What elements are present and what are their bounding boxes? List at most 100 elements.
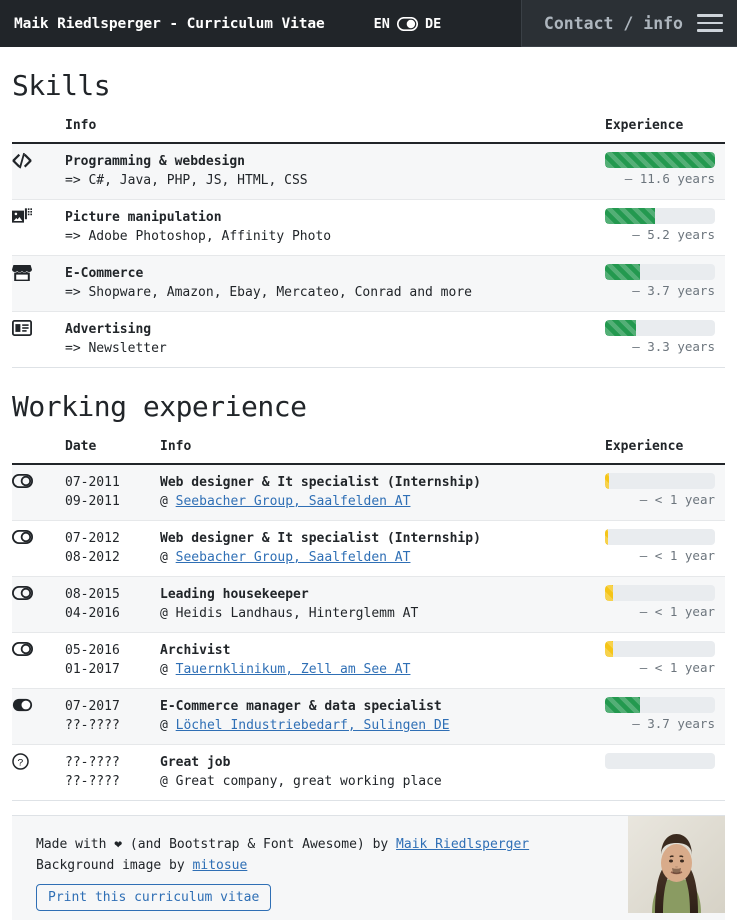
work-info-cell: Great job@ Great company, great working … bbox=[160, 745, 605, 801]
experience-bar bbox=[605, 753, 715, 769]
skill-row: Advertising=> Newsletter– 3.3 years bbox=[12, 312, 725, 368]
work-date-cell: 05-201601-2017 bbox=[65, 633, 160, 689]
job-company: @ Seebacher Group, Saalfelden AT bbox=[160, 492, 605, 511]
experience-bar-label: – 5.2 years bbox=[605, 227, 715, 242]
work-header-experience: Experience bbox=[605, 439, 725, 464]
work-date-to: 08-2012 bbox=[65, 548, 160, 567]
company-name: Great company, great working place bbox=[176, 774, 442, 789]
company-link[interactable]: Löchel Industriebedarf, Sulingen DE bbox=[176, 718, 450, 733]
skill-info-cell: E-Commerce=> Shopware, Amazon, Ebay, Mer… bbox=[65, 256, 605, 312]
job-company: @ Great company, great working place bbox=[160, 772, 605, 791]
work-experience-cell: – < 1 year bbox=[605, 577, 725, 633]
skills-header-row: Info Experience bbox=[12, 118, 725, 143]
skills-table-body: Programming & webdesign=> C#, Java, PHP,… bbox=[12, 143, 725, 368]
language-switcher[interactable]: EN DE bbox=[374, 16, 442, 32]
skill-title: Advertising bbox=[65, 320, 605, 339]
language-option-de[interactable]: DE bbox=[425, 16, 441, 32]
skills-header-info: Info bbox=[65, 118, 605, 143]
work-table-body: 07-201109-2011Web designer & It speciali… bbox=[12, 464, 725, 801]
work-row: 07-2017??-????E-Commerce manager & data … bbox=[12, 689, 725, 745]
contact-info-label[interactable]: Contact / info bbox=[544, 14, 683, 33]
work-experience-cell bbox=[605, 745, 725, 801]
work-date-to: ??-???? bbox=[65, 772, 160, 791]
experience-bar bbox=[605, 473, 715, 489]
heart-icon: ❤ bbox=[114, 837, 122, 852]
work-info-cell: E-Commerce manager & data specialist@ Lö… bbox=[160, 689, 605, 745]
skill-title: Picture manipulation bbox=[65, 208, 605, 227]
job-company: @ Löchel Industriebedarf, Sulingen DE bbox=[160, 716, 605, 735]
job-title: E-Commerce manager & data specialist bbox=[160, 697, 605, 716]
top-navbar: Maik Riedlsperger - Curriculum Vitae EN … bbox=[0, 0, 737, 47]
question-circle-icon: ? bbox=[12, 755, 29, 774]
experience-bar bbox=[605, 152, 715, 168]
work-date-to: 09-2011 bbox=[65, 492, 160, 511]
experience-bar-fill bbox=[605, 585, 613, 601]
skill-details: => C#, Java, PHP, JS, HTML, CSS bbox=[65, 171, 605, 190]
experience-bar bbox=[605, 264, 715, 280]
work-experience-cell: – 3.7 years bbox=[605, 689, 725, 745]
skill-info-cell: Programming & webdesign=> C#, Java, PHP,… bbox=[65, 143, 605, 200]
experience-bar-label: – < 1 year bbox=[605, 548, 715, 563]
print-cv-button[interactable]: Print this curriculum vitae bbox=[36, 884, 271, 911]
work-section-title: Working experience bbox=[12, 390, 725, 423]
company-link[interactable]: Tauernklinikum, Zell am See AT bbox=[176, 662, 411, 677]
company-link[interactable]: Seebacher Group, Saalfelden AT bbox=[176, 550, 411, 565]
work-date-from: 07-2011 bbox=[65, 473, 160, 492]
job-title: Leading housekeeper bbox=[160, 585, 605, 604]
work-header-icon bbox=[12, 439, 65, 464]
footer-background-text: Background image by bbox=[36, 858, 193, 873]
experience-bar-fill bbox=[605, 152, 715, 168]
skill-experience-cell: – 11.6 years bbox=[605, 143, 725, 200]
experience-bar-fill bbox=[605, 529, 608, 545]
images-icon bbox=[12, 210, 32, 229]
skill-info-cell: Advertising=> Newsletter bbox=[65, 312, 605, 368]
skill-title: E-Commerce bbox=[65, 264, 605, 283]
job-title: Great job bbox=[160, 753, 605, 772]
skill-icon-cell bbox=[12, 143, 65, 200]
skill-experience-cell: – 5.2 years bbox=[605, 200, 725, 256]
work-info-cell: Web designer & It specialist (Internship… bbox=[160, 521, 605, 577]
page-footer: Made with ❤ (and Bootstrap & Font Awesom… bbox=[12, 815, 725, 920]
job-company: @ Heidis Landhaus, Hinterglemm AT bbox=[160, 604, 605, 623]
work-table-head: Date Info Experience bbox=[12, 439, 725, 464]
experience-bar-fill bbox=[605, 641, 613, 657]
work-header-date: Date bbox=[65, 439, 160, 464]
hamburger-menu-icon[interactable] bbox=[697, 14, 723, 32]
experience-bar bbox=[605, 641, 715, 657]
experience-bar-label bbox=[605, 772, 715, 787]
experience-bar bbox=[605, 585, 715, 601]
code-icon bbox=[12, 155, 32, 174]
footer-author-link[interactable]: Maik Riedlsperger bbox=[396, 837, 529, 852]
job-company: @ Tauernklinikum, Zell am See AT bbox=[160, 660, 605, 679]
work-info-cell: Leading housekeeper@ Heidis Landhaus, Hi… bbox=[160, 577, 605, 633]
skills-section-title: Skills bbox=[12, 69, 725, 102]
toggle-off-icon[interactable] bbox=[397, 16, 418, 31]
work-date-from: 07-2017 bbox=[65, 697, 160, 716]
experience-bar-fill bbox=[605, 264, 640, 280]
work-row: 07-201109-2011Web designer & It speciali… bbox=[12, 464, 725, 521]
work-date-from: ??-???? bbox=[65, 753, 160, 772]
portrait-photo bbox=[628, 816, 725, 913]
work-date-cell: 07-2017??-???? bbox=[65, 689, 160, 745]
work-experience-cell: – < 1 year bbox=[605, 521, 725, 577]
work-icon-cell bbox=[12, 464, 65, 521]
work-experience-cell: – < 1 year bbox=[605, 464, 725, 521]
work-date-cell: 07-201208-2012 bbox=[65, 521, 160, 577]
skills-header-icon bbox=[12, 118, 65, 143]
work-icon-cell bbox=[12, 689, 65, 745]
work-icon-cell bbox=[12, 633, 65, 689]
work-table: Date Info Experience 07-201109-2011Web d… bbox=[12, 439, 725, 801]
experience-bar-label: – < 1 year bbox=[605, 660, 715, 675]
store-icon bbox=[12, 267, 32, 286]
footer-background-line: Background image by mitosue bbox=[36, 855, 725, 876]
skill-icon-cell bbox=[12, 256, 65, 312]
work-info-cell: Archivist@ Tauernklinikum, Zell am See A… bbox=[160, 633, 605, 689]
experience-bar-fill bbox=[605, 320, 636, 336]
language-option-en[interactable]: EN bbox=[374, 16, 390, 32]
company-link[interactable]: Seebacher Group, Saalfelden AT bbox=[176, 494, 411, 509]
toggle-off-icon bbox=[12, 641, 33, 660]
footer-background-link[interactable]: mitosue bbox=[193, 858, 248, 873]
contact-info-area[interactable]: Contact / info bbox=[521, 0, 737, 47]
skill-experience-cell: – 3.3 years bbox=[605, 312, 725, 368]
work-date-from: 05-2016 bbox=[65, 641, 160, 660]
